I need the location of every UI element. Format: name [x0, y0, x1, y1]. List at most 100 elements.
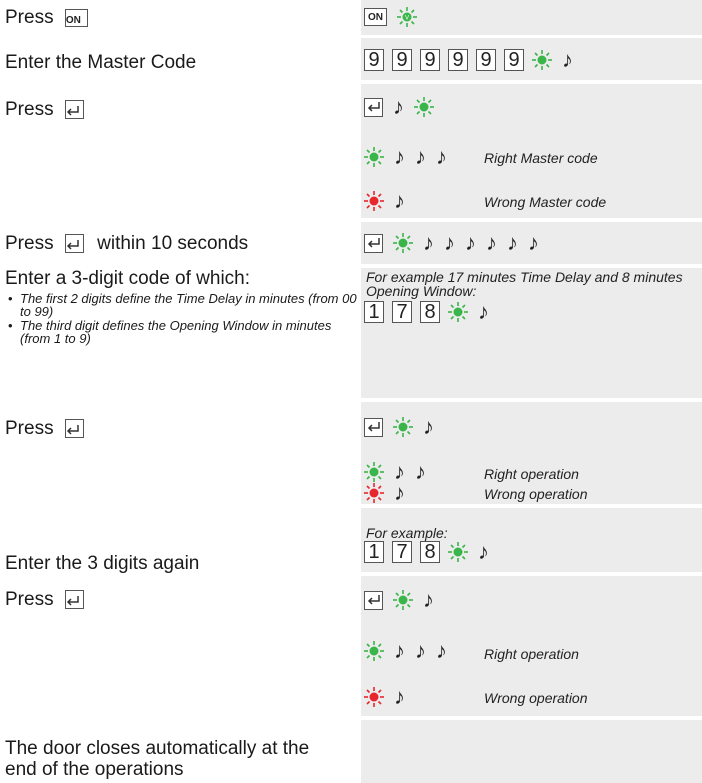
bullet-opening-window: The third digit defines the Opening Wind…: [8, 319, 363, 345]
green-led-icon: [414, 97, 434, 117]
beep-icon: ♪: [436, 144, 447, 169]
beep-icon: ♪: [394, 480, 405, 505]
green-led-icon: [364, 641, 384, 661]
step-press-enter-1: Press: [5, 99, 84, 121]
beep-icon: ♪: [444, 230, 455, 255]
digit-key: 7: [392, 541, 412, 563]
on-key-label: ON: [368, 11, 383, 23]
beep-icon: ♪: [415, 459, 426, 484]
enter-key-icon: [64, 234, 84, 254]
digit-key: 9: [476, 49, 496, 71]
beep-icon: ♪: [394, 144, 405, 169]
green-led-icon: [532, 50, 552, 70]
example-1-line2: Opening Window:: [366, 283, 477, 299]
digit-key: 9: [420, 49, 440, 71]
green-led-icon: [393, 590, 413, 610]
beep-icon: ♪: [394, 684, 405, 709]
seq-on: ON V: [364, 7, 427, 27]
enter-key-icon: [64, 100, 84, 120]
seq-example-2: 1 7 8 ♪: [364, 541, 499, 563]
green-led-icon: [364, 462, 384, 482]
enter-key-icon: [364, 233, 383, 253]
result-right-op-1: Right operation: [484, 466, 579, 482]
seq-enter-3: ♪: [364, 589, 444, 611]
on-key: ON: [364, 8, 387, 26]
beep-icon: ♪: [436, 638, 447, 663]
step-label: Press: [5, 418, 54, 439]
on-key-label: ON: [65, 14, 81, 26]
enter-key-icon: [364, 417, 383, 437]
digit-key: 1: [364, 541, 384, 563]
enter-key-icon: [364, 97, 383, 117]
green-led-icon: [448, 542, 468, 562]
result-right-master: Right Master code: [484, 150, 598, 166]
seq-example-1: 1 7 8 ♪: [364, 301, 499, 323]
digit-key: 7: [392, 301, 412, 323]
enter-key-icon: [364, 590, 383, 610]
seq-wrong-op-1: ♪: [364, 482, 415, 504]
step-door-closes-line1: The door closes automatically at the: [5, 738, 310, 759]
seq-within-10s: ♪ ♪ ♪ ♪ ♪ ♪: [364, 232, 549, 254]
seq-right-op-2: ♪ ♪ ♪: [364, 640, 457, 662]
green-led-icon: [393, 417, 413, 437]
bullet-text: The third digit defines the Opening Wind…: [20, 318, 332, 346]
bullet-list: The first 2 digits define the Time Delay…: [8, 292, 363, 346]
beep-icon: ♪: [486, 230, 497, 255]
step-label: Press: [5, 99, 54, 120]
on-key: ON: [64, 8, 88, 27]
step-enter-3digit: Enter a 3-digit code of which:: [5, 268, 251, 289]
bullet-time-delay: The first 2 digits define the Time Delay…: [8, 292, 363, 318]
enter-key-icon: [64, 590, 84, 610]
green-led-icon: [448, 302, 468, 322]
result-wrong-master: Wrong Master code: [484, 194, 607, 210]
beep-icon: ♪: [423, 414, 434, 439]
step-label-suffix: within 10 seconds: [97, 233, 249, 254]
result-right-op-2: Right operation: [484, 646, 579, 662]
beep-icon: ♪: [415, 144, 426, 169]
beep-icon: ♪: [478, 299, 489, 324]
beep-icon: ♪: [415, 638, 426, 663]
green-led-icon: [364, 147, 384, 167]
digit-key: 9: [448, 49, 468, 71]
seq-master-code: 9 9 9 9 9 9 ♪: [364, 49, 583, 71]
green-led-icon: [393, 233, 413, 253]
red-led-icon: [364, 687, 384, 707]
beep-icon: ♪: [393, 94, 404, 119]
step-label: Press: [5, 7, 54, 28]
step-label: Press: [5, 233, 54, 254]
step-door-closes-line2: end of the operations: [5, 759, 184, 780]
red-led-icon: [364, 483, 384, 503]
digit-key: 9: [364, 49, 384, 71]
beep-icon: ♪: [562, 47, 573, 72]
step-press-enter-3: Press: [5, 589, 84, 611]
digit-key: 8: [420, 301, 440, 323]
example-1-text: For example 17 minutes Time Delay and 8 …: [366, 270, 683, 298]
bullet-text: The first 2 digits define the Time Delay…: [20, 291, 357, 319]
beep-icon: ♪: [528, 230, 539, 255]
step-press-within: Press within 10 seconds: [5, 233, 248, 255]
seq-wrong-master: ♪: [364, 190, 415, 212]
digit-key: 8: [420, 541, 440, 563]
step-press-enter-2: Press: [5, 418, 84, 440]
seq-enter-1: ♪: [364, 96, 444, 118]
step-enter-master-code: Enter the Master Code: [5, 52, 197, 73]
example-2-text: For example:: [366, 525, 448, 541]
step-label: Press: [5, 589, 54, 610]
svg-text:V: V: [405, 15, 409, 21]
seq-wrong-op-2: ♪: [364, 686, 415, 708]
digit-key: 9: [504, 49, 524, 71]
beep-icon: ♪: [423, 230, 434, 255]
digit-key: 9: [392, 49, 412, 71]
digit-key: 1: [364, 301, 384, 323]
example-1-line1: For example 17 minutes Time Delay and 8 …: [366, 269, 683, 285]
step-enter-again: Enter the 3 digits again: [5, 553, 200, 574]
step-press-on: Press ON: [5, 7, 88, 29]
result-wrong-op-1: Wrong operation: [484, 486, 588, 502]
red-led-icon: [364, 191, 384, 211]
beep-icon: ♪: [394, 188, 405, 213]
seq-right-master: ♪ ♪ ♪: [364, 146, 457, 168]
seq-enter-2: ♪: [364, 416, 444, 438]
green-led-icon: V: [397, 7, 417, 27]
beep-icon: ♪: [507, 230, 518, 255]
beep-icon: ♪: [478, 539, 489, 564]
